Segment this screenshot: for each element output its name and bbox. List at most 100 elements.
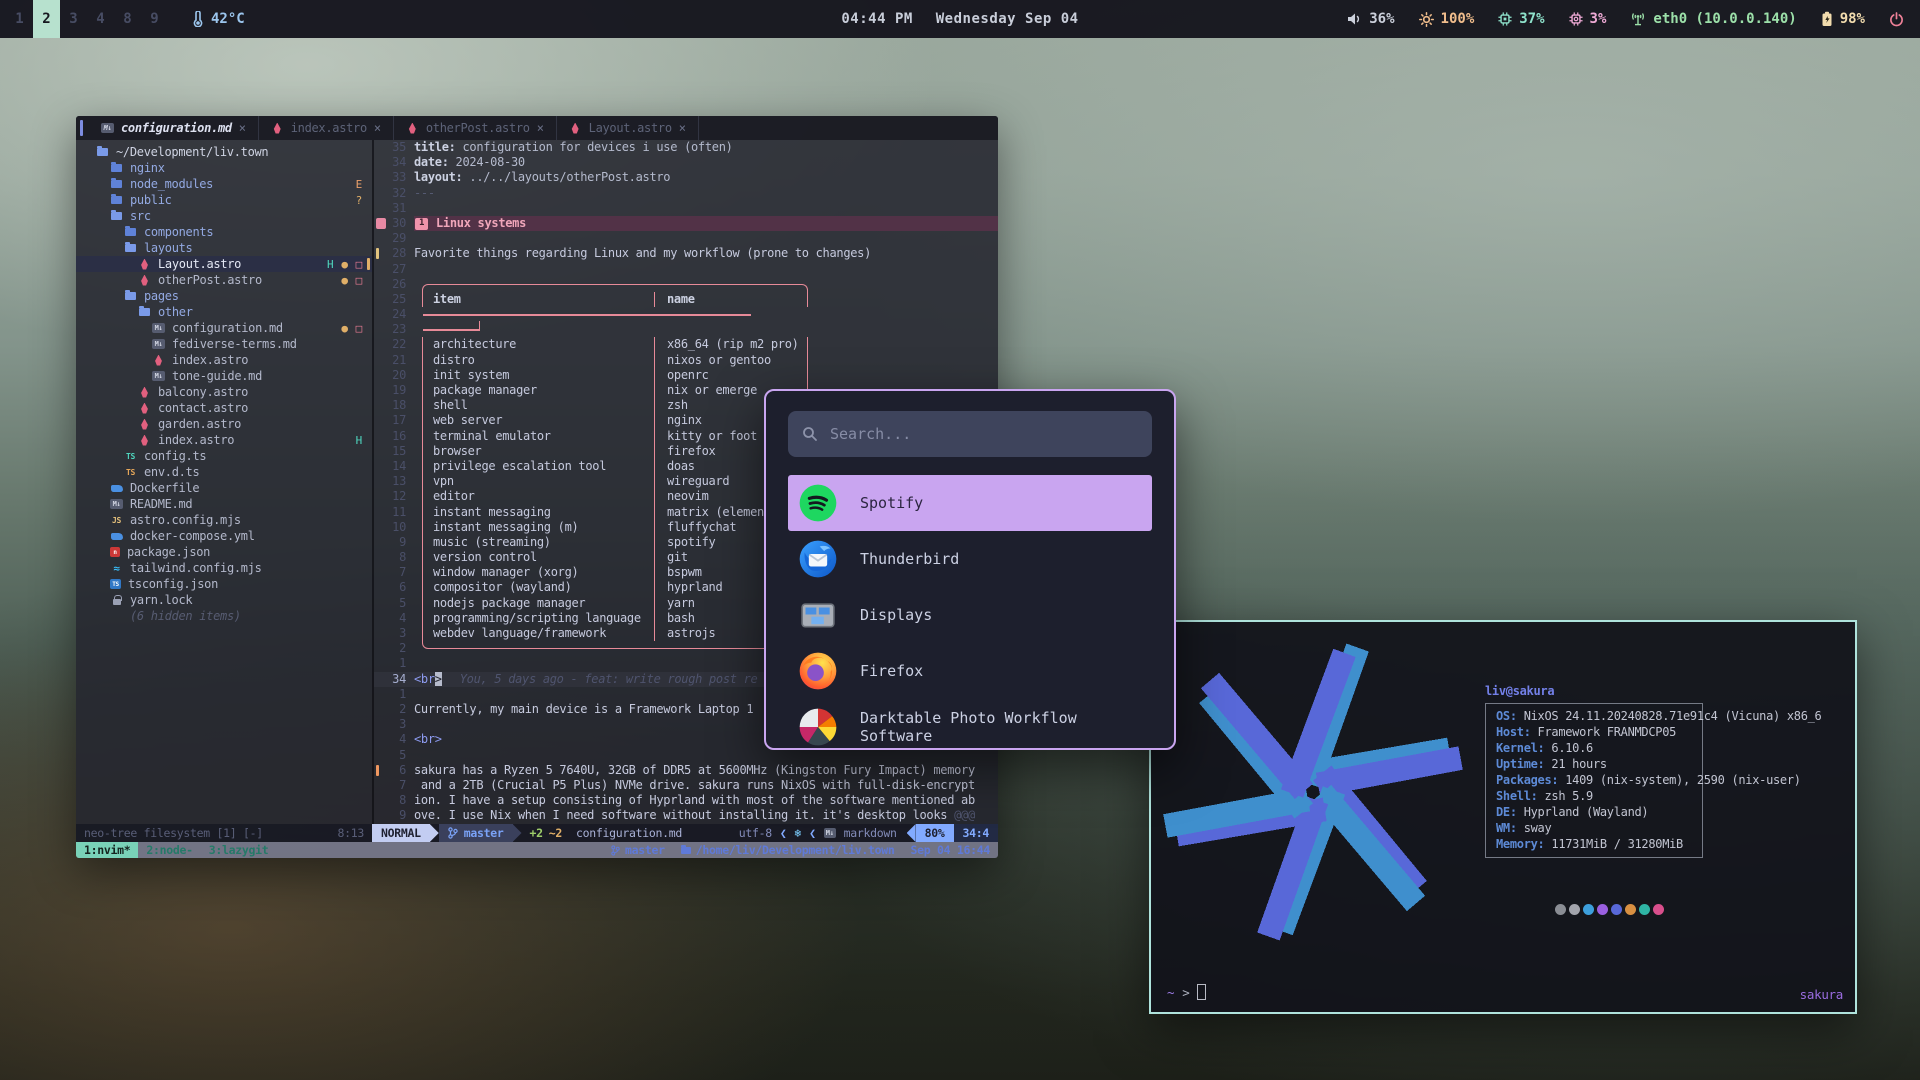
frontmatter-fence: --- — [414, 186, 435, 200]
fetch-info-line: Kernel: 6.10.6 — [1496, 740, 1702, 756]
tree-item-label: Dockerfile — [130, 481, 199, 495]
tree-item-contact.astro[interactable]: contact.astro — [76, 400, 372, 416]
tab-close-icon[interactable]: × — [679, 121, 686, 135]
tree-item-tailwind.config.mjs[interactable]: ≈tailwind.config.mjs — [76, 560, 372, 576]
tree-item-label: balcony.astro — [158, 385, 248, 399]
line-number: 21 — [374, 353, 406, 368]
yaml-value: 2024-08-30 — [449, 155, 525, 169]
tree-item-astro.config.mjs[interactable]: JSastro.config.mjs — [76, 512, 372, 528]
buffer-line: 24 — [374, 307, 998, 322]
tree-item-otherPost.astro[interactable]: otherPost.astro●□ — [76, 272, 372, 288]
table-cell-item: web server — [422, 413, 654, 428]
launcher-item-thunderbird[interactable]: Thunderbird — [788, 531, 1152, 587]
launcher-search-input[interactable]: Search... — [788, 411, 1152, 457]
table-row: shellzsh — [422, 398, 808, 413]
tree-item-src[interactable]: src — [76, 208, 372, 224]
tree-item-public[interactable]: public? — [76, 192, 372, 208]
tree-item--6-hidden-items-[interactable]: (6 hidden items) — [76, 608, 372, 624]
fetch-label: Host: — [1496, 725, 1531, 739]
tree-item-nginx[interactable]: nginx — [76, 160, 372, 176]
editor-tab-otherPost.astro[interactable]: otherPost.astro× — [394, 116, 557, 140]
none-file-icon — [110, 610, 123, 622]
table-cell-item: architecture — [422, 337, 654, 352]
tmux-window-2:node-[interactable]: 2:node- — [138, 842, 200, 858]
tree-item-config.ts[interactable]: TSconfig.ts — [76, 448, 372, 464]
table-cell-item: package manager — [422, 383, 654, 398]
tab-close-icon[interactable]: × — [374, 121, 381, 135]
launcher-item-firefox[interactable]: Firefox — [788, 643, 1152, 699]
tree-item-package.json[interactable]: npackage.json — [76, 544, 372, 560]
line-number: 14 — [374, 459, 406, 474]
tmux-path: /home/liv/Development/liv.town — [696, 843, 895, 857]
search-icon — [802, 426, 818, 442]
table-cell-item: window manager (xorg) — [422, 565, 654, 580]
neotree-status: neo-tree filesystem [1] [-] — [84, 826, 263, 840]
tree-item-README.md[interactable]: M↓README.md — [76, 496, 372, 512]
table-row: nodejs package manageryarn — [422, 596, 808, 611]
editor-tab-Layout.astro[interactable]: Layout.astro× — [557, 116, 699, 140]
table-cell-item: music (streaming) — [422, 535, 654, 550]
tree-item-label: yarn.lock — [130, 593, 192, 607]
tree-item-components[interactable]: components — [76, 224, 372, 240]
tree-item-docker-compose.yml[interactable]: docker-compose.yml — [76, 528, 372, 544]
tree-item-garden.astro[interactable]: garden.astro — [76, 416, 372, 432]
fetch-label: DE: — [1496, 805, 1517, 819]
tree-item-label: pages — [144, 289, 179, 303]
table-cell-item: privilege escalation tool — [422, 459, 654, 474]
shell-prompt[interactable]: ~ > — [1167, 984, 1206, 1000]
gutter-space — [406, 596, 414, 611]
tree-item-index.astro[interactable]: index.astroH — [76, 432, 372, 448]
line-number: 7 — [374, 565, 406, 580]
launcher-item-spotify[interactable]: Spotify — [788, 475, 1152, 531]
line-number: 27 — [374, 262, 406, 277]
buffer-line: 29 — [374, 231, 998, 246]
fetch-value: 21 hours — [1544, 757, 1606, 771]
clock-date: Wednesday Sep 04 — [936, 11, 1079, 27]
buffer-line: 28Favorite things regarding Linux and my… — [374, 246, 998, 261]
line-number: 2 — [374, 702, 406, 717]
tab-close-icon[interactable]: × — [537, 121, 544, 135]
prompt-path: ~ — [1167, 985, 1174, 1000]
buffer-text: distronixos or gentoo — [414, 353, 998, 368]
gutter-space — [406, 155, 414, 170]
tree-item-configuration.md[interactable]: M↓configuration.md●□ — [76, 320, 372, 336]
folder-open-icon — [124, 242, 137, 254]
tree-item-pages[interactable]: pages — [76, 288, 372, 304]
fetch-info-line: Uptime: 21 hours — [1496, 756, 1702, 772]
tab-close-icon[interactable]: × — [239, 121, 246, 135]
line-number: 16 — [374, 429, 406, 444]
tree-item-fediverse-terms.md[interactable]: M↓fediverse-terms.md — [76, 336, 372, 352]
gutter-space — [406, 656, 414, 671]
table-top-border — [422, 277, 808, 292]
tree-item-Layout.astro[interactable]: Layout.astroH●□ — [76, 256, 372, 272]
astro-file-icon — [138, 434, 151, 446]
table-cell-item: vpn — [422, 474, 654, 489]
fetch-info-box: OS: NixOS 24.11.20240828.71e91c4 (Vicuna… — [1485, 703, 1703, 858]
launcher-item-darktable-photo-workflow-software[interactable]: Darktable Photo Workflow Software — [788, 699, 1152, 750]
launcher-item-displays[interactable]: Displays — [788, 587, 1152, 643]
table-header-row: itemname — [422, 292, 808, 307]
tree-item-label: (6 hidden items) — [130, 609, 241, 623]
badge-E: E — [356, 178, 362, 191]
editor-tab-index.astro[interactable]: index.astro× — [259, 116, 394, 140]
tree-item-layouts[interactable]: layouts — [76, 240, 372, 256]
tree-item-balcony.astro[interactable]: balcony.astro — [76, 384, 372, 400]
buffer-text — [414, 307, 998, 322]
tree-item-tsconfig.json[interactable]: TStsconfig.json — [76, 576, 372, 592]
line-number: 1 — [374, 656, 406, 671]
tree-item--Development-liv.town[interactable]: ~/Development/liv.town — [76, 144, 372, 160]
tree-item-tone-guide.md[interactable]: M↓tone-guide.md — [76, 368, 372, 384]
tree-item-env.d.ts[interactable]: TSenv.d.ts — [76, 464, 372, 480]
tree-item-index.astro[interactable]: index.astro — [76, 352, 372, 368]
git-added-count: +2 — [530, 826, 543, 840]
editor-tab-configuration.md[interactable]: M↓configuration.md× — [89, 116, 259, 140]
tree-item-node-modules[interactable]: node_modulesE — [76, 176, 372, 192]
tmux-window-3:lazygit[interactable]: 3:lazygit — [201, 842, 277, 858]
tree-item-yarn.lock[interactable]: yarn.lock — [76, 592, 372, 608]
tmux-window-1:nvim*[interactable]: 1:nvim* — [76, 842, 138, 858]
tree-item-Dockerfile[interactable]: Dockerfile — [76, 480, 372, 496]
gutter-space — [406, 398, 414, 413]
tree-item-label: contact.astro — [158, 401, 248, 415]
fetch-terminal-window[interactable]: liv@sakura OS: NixOS 24.11.20240828.71e9… — [1149, 620, 1857, 1014]
tree-item-other[interactable]: other — [76, 304, 372, 320]
